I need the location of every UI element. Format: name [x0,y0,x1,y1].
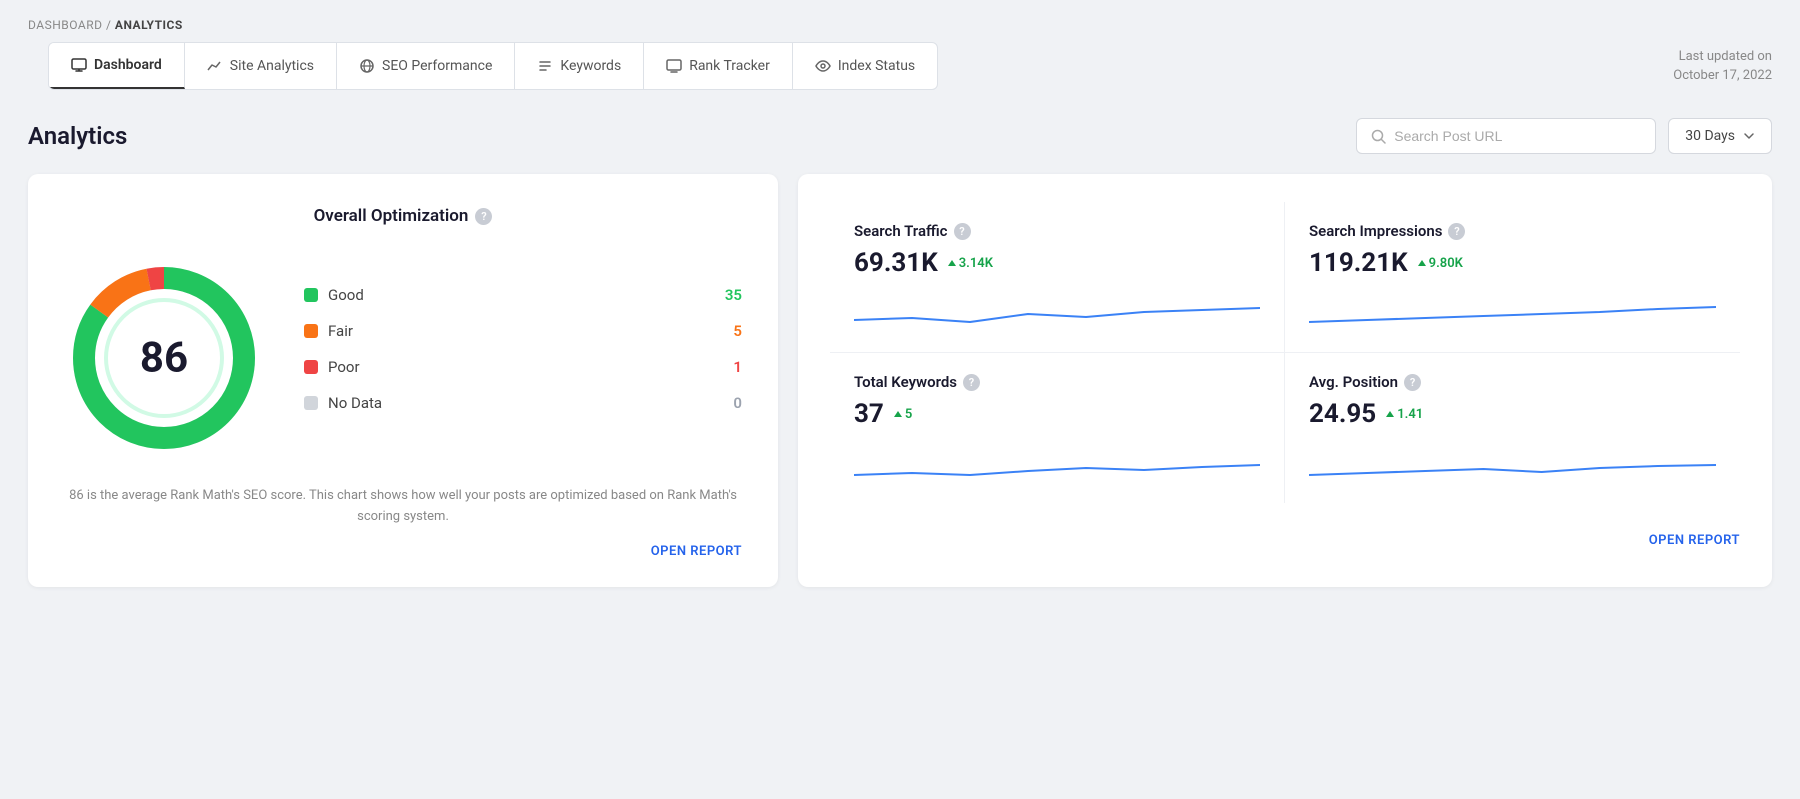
search-impressions-label: Search Impressions [1309,222,1442,240]
optimization-legend: Good 35 Fair 5 Poor 1 [304,286,742,430]
legend-dot-nodata [304,396,318,410]
tab-rank-tracker[interactable]: Rank Tracker [644,43,793,89]
legend-fair: Fair 5 [304,322,742,340]
legend-value-poor: 1 [733,358,742,376]
main-content: Overall Optimization ? [0,174,1800,615]
search-url-field[interactable] [1356,118,1656,154]
list-icon [537,58,553,74]
avg-position-value: 24.95 [1309,399,1376,429]
avg-position-sparkline [1309,443,1716,483]
open-report-left-link[interactable]: OPEN REPORT [64,544,742,559]
optimization-body: 86 Good 35 Fair 5 [64,258,742,458]
avg-position-label: Avg. Position [1309,373,1398,391]
optimization-description: 86 is the average Rank Math's SEO score.… [64,486,742,528]
breadcrumb-current: ANALYTICS [115,18,183,32]
legend-value-nodata: 0 [733,394,742,412]
tab-index-status[interactable]: Index Status [793,43,937,89]
days-dropdown[interactable]: 30 Days [1668,118,1772,154]
legend-label-good: Good [328,286,364,304]
avg-position-delta: 1.41 [1386,407,1423,422]
metric-total-keywords: Total Keywords ? 37 5 [830,353,1285,503]
legend-value-good: 35 [725,286,742,304]
search-traffic-label: Search Traffic [854,222,948,240]
days-dropdown-label: 30 Days [1685,128,1735,144]
metric-avg-position: Avg. Position ? 24.95 1.41 [1285,353,1740,503]
metric-search-impressions: Search Impressions ? 119.21K 9.80K [1285,202,1740,353]
search-traffic-sparkline [854,292,1260,332]
tab-index-status-label: Index Status [838,58,915,74]
metric-search-traffic: Search Traffic ? 69.31K 3.14K [830,202,1285,353]
total-keywords-label: Total Keywords [854,373,957,391]
search-impressions-value: 119.21K [1309,248,1408,278]
total-keywords-help-icon[interactable]: ? [963,374,980,391]
metrics-grid: Search Traffic ? 69.31K 3.14K Search [830,202,1740,503]
search-traffic-help-icon[interactable]: ? [954,223,971,240]
eye-icon [815,58,831,74]
avg-position-arrow [1386,411,1394,417]
legend-dot-good [304,288,318,302]
rank-icon [666,58,682,74]
search-icon [1371,129,1386,144]
search-impressions-help-icon[interactable]: ? [1448,223,1465,240]
search-traffic-arrow [948,260,956,266]
tab-bar: Dashboard Site Analytics SEO Performanc [48,42,938,90]
last-updated-label: Last updated on [1673,47,1772,67]
last-updated-date: October 17, 2022 [1673,66,1772,86]
legend-label-poor: Poor [328,358,360,376]
chevron-down-icon [1743,130,1755,142]
chart-icon [207,58,223,74]
legend-dot-fair [304,324,318,338]
search-traffic-delta: 3.14K [948,256,993,271]
search-impressions-delta: 9.80K [1418,256,1463,271]
metrics-card: Search Traffic ? 69.31K 3.14K Search [798,174,1772,587]
legend-label-nodata: No Data [328,394,382,412]
donut-score: 86 [140,334,188,383]
last-updated: Last updated on October 17, 2022 [1673,47,1772,86]
breadcrumb: DASHBOARD / ANALYTICS [0,0,1800,42]
tab-site-analytics[interactable]: Site Analytics [185,43,337,89]
tab-keywords[interactable]: Keywords [515,43,644,89]
page-header: Analytics 30 Days [0,90,1800,174]
search-impressions-arrow [1418,260,1426,266]
seo-icon [359,58,375,74]
legend-poor: Poor 1 [304,358,742,376]
tab-dashboard[interactable]: Dashboard [49,43,185,89]
page-title: Analytics [28,122,127,150]
open-report-right-link[interactable]: OPEN REPORT [830,533,1740,548]
right-card-footer: OPEN REPORT [830,503,1740,548]
legend-value-fair: 5 [733,322,742,340]
monitor-icon [71,57,87,73]
breadcrumb-prefix: DASHBOARD [28,18,102,32]
tab-keywords-label: Keywords [560,58,621,74]
tab-bar-container: Dashboard Site Analytics SEO Performanc [0,42,1800,90]
donut-chart: 86 [64,258,264,458]
header-controls: 30 Days [1356,118,1772,154]
total-keywords-arrow [894,411,902,417]
optimization-title: Overall Optimization ? [64,206,742,226]
avg-position-help-icon[interactable]: ? [1404,374,1421,391]
search-traffic-value: 69.31K [854,248,938,278]
search-url-input[interactable] [1394,128,1641,144]
optimization-help-icon[interactable]: ? [475,208,492,225]
tab-rank-tracker-label: Rank Tracker [689,58,770,74]
tab-site-analytics-label: Site Analytics [230,58,314,74]
tab-seo-performance-label: SEO Performance [382,58,492,74]
legend-nodata: No Data 0 [304,394,742,412]
optimization-card: Overall Optimization ? [28,174,778,587]
search-impressions-sparkline [1309,292,1716,332]
tab-seo-performance[interactable]: SEO Performance [337,43,515,89]
legend-good: Good 35 [304,286,742,304]
total-keywords-delta: 5 [894,407,912,422]
total-keywords-value: 37 [854,399,884,429]
total-keywords-sparkline [854,443,1260,483]
tab-dashboard-label: Dashboard [94,57,162,73]
legend-dot-poor [304,360,318,374]
breadcrumb-separator: / [106,18,115,32]
legend-label-fair: Fair [328,322,353,340]
